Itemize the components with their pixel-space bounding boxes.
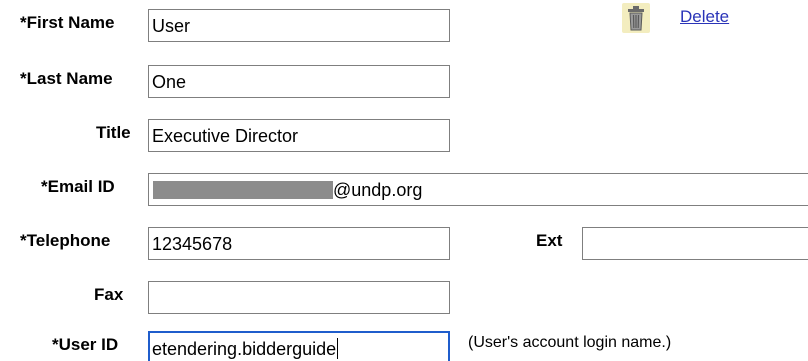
fax-label: Fax: [94, 285, 124, 304]
title-label: Title: [96, 123, 131, 142]
email-domain: @undp.org: [333, 180, 423, 200]
first-name-value: User: [152, 16, 191, 36]
email-input[interactable]: @undp.org: [148, 173, 808, 206]
title-input[interactable]: Executive Director: [148, 119, 450, 152]
email-redaction: [153, 181, 333, 199]
email-label: *Email ID: [41, 177, 115, 196]
user-id-input[interactable]: etendering.bidderguide: [148, 331, 450, 361]
last-name-input[interactable]: One: [148, 65, 450, 98]
user-id-value: etendering.bidderguide: [152, 339, 337, 359]
telephone-input[interactable]: 12345678: [148, 227, 450, 260]
user-id-hint: (User's account login name.): [468, 334, 672, 351]
telephone-value: 12345678: [152, 234, 233, 254]
fax-input[interactable]: [148, 281, 450, 314]
delete-link[interactable]: Delete: [680, 7, 729, 27]
first-name-label: *First Name: [20, 13, 115, 32]
last-name-label: *Last Name: [20, 69, 113, 88]
text-caret: [337, 338, 339, 359]
user-id-label: *User ID: [52, 335, 119, 354]
title-value: Executive Director: [152, 126, 299, 146]
telephone-label: *Telephone: [20, 231, 111, 250]
trash-icon[interactable]: [622, 3, 650, 33]
ext-input[interactable]: [582, 227, 808, 260]
last-name-value: One: [152, 72, 187, 92]
ext-label: Ext: [536, 231, 563, 250]
first-name-input[interactable]: User: [148, 9, 450, 42]
